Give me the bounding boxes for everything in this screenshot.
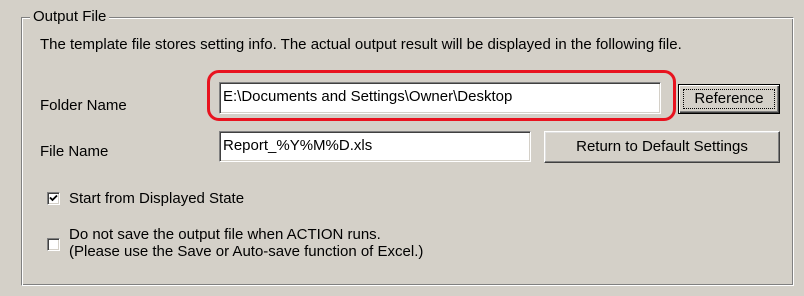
start-displayed-label[interactable]: Start from Displayed State (69, 190, 244, 208)
no-save-label-line2: (Please use the Save or Auto-save functi… (69, 243, 424, 260)
folder-name-input[interactable]: E:\Documents and Settings\Owner\Desktop (219, 82, 661, 114)
no-save-label-line1[interactable]: Do not save the output file when ACTION … (69, 226, 381, 244)
no-save-checkbox[interactable] (47, 238, 60, 251)
return-to-default-settings-button[interactable]: Return to Default Settings (544, 131, 780, 163)
file-name-input[interactable]: Report_%Y%M%D.xls (219, 131, 531, 162)
reference-button[interactable]: Reference (678, 84, 780, 114)
start-displayed-checkbox[interactable] (47, 192, 60, 205)
file-name-label: File Name (40, 143, 109, 160)
groupbox-legend: Output File (30, 8, 110, 26)
checkmark-icon (49, 194, 58, 202)
description-text: The template file stores setting info. T… (40, 36, 682, 53)
folder-name-label: Folder Name (40, 97, 127, 114)
reference-button-label: Reference (694, 90, 764, 107)
